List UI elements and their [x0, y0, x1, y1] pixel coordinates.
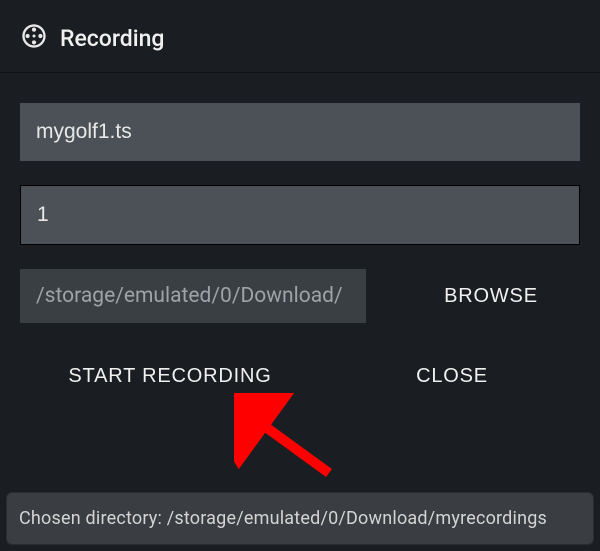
close-button[interactable]: CLOSE: [324, 349, 580, 403]
film-reel-icon: [20, 22, 48, 54]
arrow-annotation-icon: [234, 393, 354, 493]
action-row: START RECORDING CLOSE: [20, 349, 580, 403]
path-row: /storage/emulated/0/Download/ BROWSE: [20, 269, 580, 323]
toast-message: Chosen directory: /storage/emulated/0/Do…: [6, 492, 594, 545]
path-display[interactable]: /storage/emulated/0/Download/: [20, 269, 366, 323]
dialog-title: Recording: [60, 25, 164, 52]
filename-input[interactable]: [20, 103, 580, 161]
dialog-content: /storage/emulated/0/Download/ BROWSE STA…: [0, 73, 600, 403]
browse-button[interactable]: BROWSE: [402, 269, 580, 323]
dialog-header: Recording: [0, 0, 600, 73]
duration-input[interactable]: [20, 185, 580, 245]
start-recording-button[interactable]: START RECORDING: [40, 349, 300, 403]
